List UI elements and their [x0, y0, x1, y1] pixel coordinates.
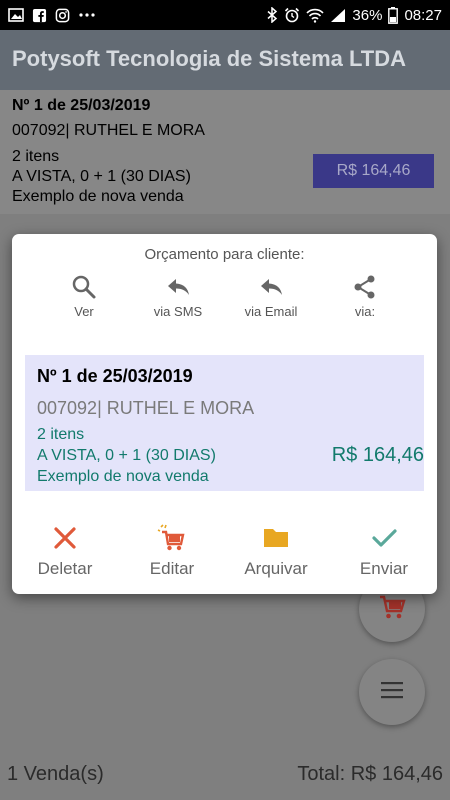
quote-dialog: Orçamento para cliente: Ver via SMS via … — [12, 234, 437, 594]
sale-price-button[interactable]: R$ 164,46 — [313, 154, 434, 188]
sale-note: Exemplo de nova venda — [12, 188, 184, 205]
send-label: Enviar — [359, 559, 409, 578]
share-icon — [325, 274, 405, 302]
gallery-icon — [8, 7, 24, 23]
wifi-icon — [306, 8, 325, 23]
sms-label: via SMS — [153, 304, 203, 319]
email-button[interactable]: via Email — [231, 274, 311, 319]
battery-percent: 36% — [352, 6, 383, 24]
menu-icon — [380, 681, 404, 704]
delete-label: Deletar — [37, 559, 93, 578]
share-options: Ver via SMS via Email via: — [12, 274, 437, 324]
preview-client: 007092| RUTHEL E MORA — [37, 398, 255, 418]
sale-items: 2 itens — [12, 148, 60, 165]
cart-edit-icon — [122, 524, 222, 552]
preview-title: Nº 1 de 25/03/2019 — [37, 366, 193, 386]
close-icon — [15, 524, 115, 552]
dialog-title: Orçamento para cliente: — [144, 246, 305, 263]
sales-count: 1 Venda(s) — [7, 763, 104, 785]
more-icon — [78, 12, 96, 18]
archive-label: Arquivar — [244, 559, 308, 578]
signal-icon — [330, 8, 346, 23]
alarm-icon — [284, 7, 300, 23]
clock: 08:27 — [404, 6, 442, 24]
sales-total: Total: R$ 164,46 — [297, 763, 443, 785]
preview-payment: A VISTA, 0 + 1 (30 DIAS) — [37, 447, 216, 464]
app-bar: Potysoft Tecnologia de Sistema LTDA — [0, 30, 450, 90]
view-button[interactable]: Ver — [44, 274, 124, 319]
sale-client: 007092| RUTHEL E MORA — [12, 122, 205, 139]
folder-icon — [226, 524, 326, 552]
edit-label: Editar — [149, 559, 195, 578]
battery-icon — [388, 6, 399, 24]
edit-button[interactable]: Editar — [122, 524, 222, 579]
send-button[interactable]: Enviar — [334, 524, 434, 579]
reply-icon — [138, 274, 218, 302]
cart-icon — [377, 592, 407, 627]
preview-note: Exemplo de nova venda — [37, 468, 209, 485]
bluetooth-icon — [266, 7, 278, 23]
status-bar: 36% 08:27 — [0, 0, 450, 30]
share-via-label: via: — [354, 304, 376, 319]
view-label: Ver — [74, 304, 94, 319]
archive-button[interactable]: Arquivar — [226, 524, 326, 579]
delete-button[interactable]: Deletar — [15, 524, 115, 579]
sms-button[interactable]: via SMS — [138, 274, 218, 319]
email-label: via Email — [244, 304, 298, 319]
quote-preview: Nº 1 de 25/03/2019 007092| RUTHEL E MORA… — [25, 355, 424, 491]
search-icon — [44, 274, 124, 302]
reply-icon — [231, 274, 311, 302]
preview-price: R$ 164,46 — [331, 444, 424, 466]
share-via-button[interactable]: via: — [325, 274, 405, 319]
facebook-icon — [32, 8, 47, 23]
sale-title: Nº 1 de 25/03/2019 — [12, 97, 151, 114]
instagram-icon — [55, 8, 70, 23]
sale-payment: A VISTA, 0 + 1 (30 DIAS) — [12, 168, 191, 185]
dialog-actions: Deletar Editar Arquivar Enviar — [12, 524, 437, 584]
check-icon — [334, 524, 434, 552]
preview-items: 2 itens — [37, 426, 85, 443]
sale-list-item[interactable]: Nº 1 de 25/03/2019 007092| RUTHEL E MORA… — [0, 90, 450, 214]
menu-fab[interactable] — [359, 659, 425, 725]
app-title: Potysoft Tecnologia de Sistema LTDA — [12, 46, 407, 71]
